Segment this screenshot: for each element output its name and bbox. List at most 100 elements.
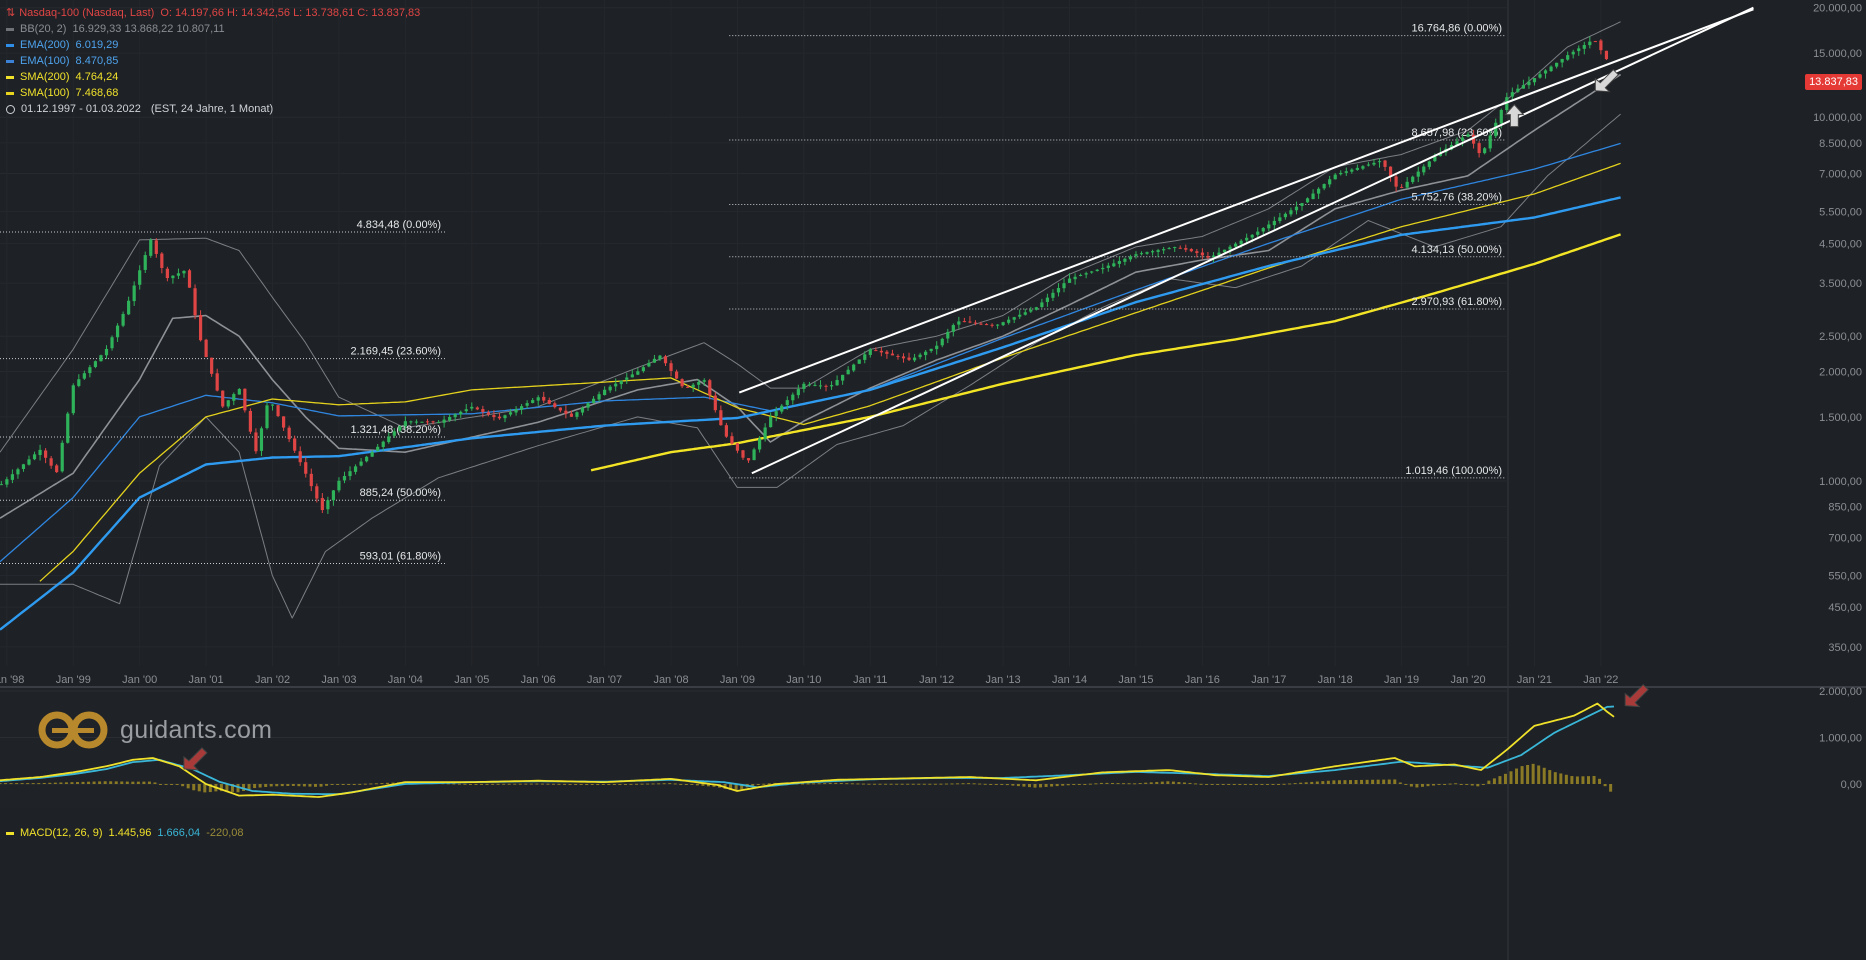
macd-histogram-bar — [1420, 784, 1424, 787]
macd-histogram-bar — [1144, 782, 1148, 784]
macd-histogram-bar — [280, 784, 284, 787]
legend-sma100[interactable]: SMA(100) 7.468,68 — [6, 85, 420, 101]
candle-body — [746, 458, 751, 461]
macd-legend[interactable]: MACD(12, 26, 9) 1.445,96 1.666,04 -220,0… — [6, 827, 244, 839]
macd-histogram-bar — [1271, 784, 1275, 785]
fib-level-label: 593,01 (61.80%) — [360, 551, 441, 563]
macd-histogram-bar — [651, 783, 655, 785]
macd-histogram-bar — [109, 781, 113, 784]
y-tick-label: 1.000,00 — [1819, 476, 1862, 488]
macd-histogram-bar — [81, 781, 85, 784]
candle-body — [66, 413, 70, 443]
macd-histogram-bar — [806, 783, 810, 785]
macd-histogram-bar — [347, 784, 351, 785]
macd-histogram-bar — [1498, 776, 1502, 784]
candle-body — [143, 255, 147, 270]
candle-body — [935, 345, 939, 350]
legend-ema200[interactable]: EMA(200) 6.019,29 — [6, 37, 420, 53]
x-tick-label: Jan '11 — [853, 674, 887, 686]
candle-body — [1593, 41, 1597, 43]
candle-body — [121, 313, 125, 326]
candle-body — [907, 357, 911, 360]
macd-histogram-bar — [1039, 784, 1043, 788]
macd-histogram-bar — [291, 784, 295, 786]
candle-body — [641, 367, 645, 372]
macd-histogram-bar — [37, 783, 41, 785]
macd-histogram-bar — [31, 783, 35, 785]
macd-histogram-bar — [1315, 781, 1319, 784]
candle-body — [1095, 269, 1099, 271]
macd-histogram-bar — [15, 783, 19, 785]
candle-body — [1411, 176, 1415, 183]
y-tick-label: 15.000,00 — [1813, 48, 1862, 60]
macd-label: MACD(12, 26, 9) — [20, 827, 103, 839]
candle-body — [82, 373, 86, 379]
macd-histogram-bar — [1083, 784, 1087, 785]
macd-histogram-bar — [103, 781, 107, 784]
candle-body — [1139, 253, 1144, 255]
macd-histogram-bar — [1027, 784, 1031, 788]
macd-histogram-bar — [53, 782, 57, 784]
candle-body — [1361, 166, 1365, 169]
macd-histogram-bar — [197, 784, 201, 792]
candle-body — [841, 374, 845, 381]
sma100-label: SMA(100) — [20, 87, 70, 99]
macd-histogram-bar — [956, 783, 960, 785]
macd-histogram-bar — [900, 783, 904, 785]
candle-body — [951, 325, 955, 332]
fib-level-label: 1.019,46 (100.00%) — [1405, 465, 1502, 477]
candle-body — [93, 361, 98, 367]
candle-body — [492, 415, 496, 418]
candle-body — [104, 348, 109, 356]
x-tick-label: Jan '03 — [321, 674, 356, 686]
macd-histogram-bar — [933, 783, 937, 785]
candle-body — [88, 367, 92, 374]
candle-body — [376, 446, 380, 452]
candle-body — [1278, 217, 1282, 222]
macd-histogram-bar — [308, 784, 312, 787]
ema100-value: 8.470,85 — [75, 55, 119, 67]
legend-sma200[interactable]: SMA(200) 4.764,24 — [6, 69, 420, 85]
macd-histogram-bar — [623, 784, 627, 785]
candle-body — [680, 379, 684, 387]
macd-histogram-bar — [513, 783, 517, 785]
macd-histogram-bar — [0, 783, 2, 785]
macd-histogram-bar — [253, 784, 257, 789]
candle-body — [1532, 78, 1537, 83]
candle-body — [990, 324, 994, 326]
macd-histogram-bar — [330, 784, 334, 785]
macd-histogram-bar — [596, 784, 600, 785]
macd-histogram-bar — [1127, 783, 1131, 785]
candle-body — [824, 385, 828, 387]
y-tick-label: 20.000,00 — [1813, 3, 1862, 15]
macd-histogram-bar — [579, 784, 583, 785]
macd-histogram-bar — [1404, 784, 1408, 785]
macd-histogram-bar — [1393, 779, 1397, 784]
candle-body — [724, 425, 728, 437]
macd-histogram-bar — [1426, 784, 1430, 787]
candle-body — [669, 363, 673, 371]
candle-body — [1422, 166, 1426, 173]
ohlc-values: O: 14.197,66 H: 14.342,56 L: 13.738,61 C… — [160, 7, 421, 19]
candle-body — [1023, 312, 1027, 315]
y-tick-label: 350,00 — [1828, 642, 1862, 654]
macd-histogram-bar — [42, 782, 46, 784]
macd-histogram-bar — [895, 783, 899, 785]
macd-histogram-bar — [70, 782, 74, 784]
candle-body — [1582, 45, 1586, 49]
macd-histogram-bar — [1415, 784, 1419, 788]
macd-histogram-bar — [341, 784, 345, 785]
candle-body — [1604, 50, 1609, 60]
instrument-title[interactable]: Nasdaq-100 (Nasdaq, Last) — [19, 5, 154, 21]
candle-body — [603, 389, 607, 395]
macd-histogram-bar — [125, 781, 129, 784]
macd-histogram-bar — [989, 784, 993, 785]
legend-ema100[interactable]: EMA(100) 8.470,85 — [6, 53, 420, 69]
macd-histogram-bar — [612, 784, 616, 785]
candle-body — [359, 461, 363, 466]
macd-histogram-bar — [286, 784, 290, 787]
legend-bb[interactable]: BB(20, 2) 16.929,33 13.868,22 10.807,11 — [6, 21, 420, 37]
macd-histogram-bar — [1609, 784, 1613, 792]
candle-body — [282, 416, 286, 428]
macd-histogram-bar — [640, 783, 644, 785]
